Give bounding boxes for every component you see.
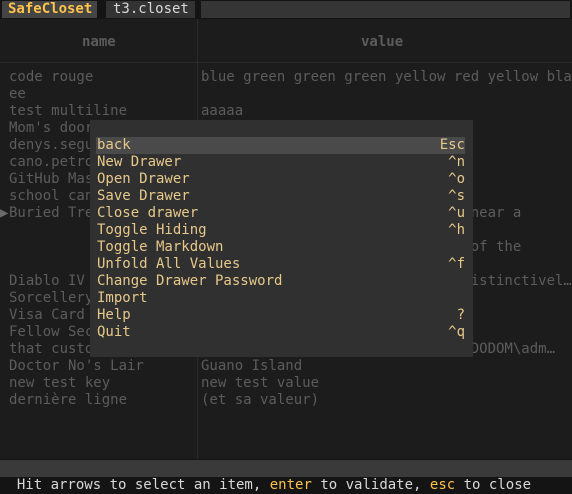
row-name-cell: ee <box>9 86 26 102</box>
menu-item-shortcut: ? <box>456 307 465 323</box>
table-row[interactable]: ee <box>0 86 572 103</box>
menu-item-shortcut: ^h <box>448 222 465 238</box>
menu-item-back[interactable]: back Esc <box>96 137 465 154</box>
menu-item-label: Change Drawer Password <box>97 273 283 289</box>
menu-item-shortcut: Esc <box>439 137 465 153</box>
tab-bar: SafeCloset t3.closet <box>0 0 572 18</box>
menu-item-shortcut: ^f <box>448 256 465 272</box>
status-bar: Hit arrows to select an item, enter to v… <box>0 460 572 493</box>
main-menu: back Esc New Drawer ^n Open Drawer ^o Save Dra… <box>90 120 473 357</box>
tab-t3-closet[interactable]: t3.closet <box>106 1 195 18</box>
menu-item-toggle-hiding[interactable]: Toggle Hiding ^h <box>96 222 465 239</box>
menu-item-save-drawer[interactable]: Save Drawer ^s <box>96 188 465 205</box>
row-value-cell: Guano Island <box>201 358 303 374</box>
menu-item-shortcut: ^s <box>448 188 465 204</box>
menu-item-shortcut: ^n <box>448 154 465 170</box>
menu-item-label: Close drawer <box>97 205 199 221</box>
status-key-esc: esc <box>429 477 456 493</box>
menu-item-shortcut: ^u <box>448 205 465 221</box>
tab-safecloset[interactable]: SafeCloset <box>2 1 97 18</box>
row-expand-marker: ▶ <box>0 205 9 221</box>
status-key-enter: enter <box>269 477 312 493</box>
menu-item-change-drawer-password[interactable]: Change Drawer Password <box>96 273 465 290</box>
row-value-cell: (et sa valeur) <box>201 392 320 408</box>
menu-item-help[interactable]: Help? <box>96 307 465 324</box>
menu-item-label: Save Drawer <box>97 188 190 204</box>
table-row[interactable]: Doctor No's Lair Guano Island <box>0 358 572 375</box>
row-value-cell: aaaaa <box>201 103 244 119</box>
menu-item-label: Quit <box>97 324 131 340</box>
column-header-value: value <box>361 34 404 50</box>
column-header-name: name <box>82 34 116 50</box>
menu-item-label: back <box>97 137 131 153</box>
menu-item-label: Toggle Hiding <box>97 222 207 238</box>
menu-item-label: Toggle Markdown <box>97 239 224 255</box>
tab-bar-filler <box>201 1 570 18</box>
menu-item-unfold-all-values[interactable]: Unfold All Values ^f <box>96 256 465 273</box>
menu-item-shortcut: ^q <box>448 324 465 340</box>
table-row[interactable]: new test key new test value <box>0 375 572 392</box>
row-name-cell: Doctor No's Lair <box>9 358 144 374</box>
menu-item-open-drawer[interactable]: Open Drawer ^o <box>96 171 465 188</box>
menu-item-quit[interactable]: Quit ^q <box>96 324 465 341</box>
menu-item-label: Unfold All Values <box>97 256 241 272</box>
header-separator <box>0 62 572 63</box>
status-text-1: Hit arrows to select an item, <box>16 477 270 493</box>
row-name-cell: dernière ligne <box>9 392 128 408</box>
menu-item-label: New Drawer <box>97 154 182 170</box>
menu-item-label: Help <box>97 307 131 323</box>
menu-item-toggle-markdown[interactable]: Toggle Markdown <box>96 239 465 256</box>
status-text-2: to validate, <box>311 477 430 493</box>
row-value-cell: new test value <box>201 375 320 391</box>
menu-item-label: Import <box>97 290 148 306</box>
table-row[interactable]: code rouge blue green green green yellow … <box>0 69 572 86</box>
table-row[interactable]: test multiline aaaaa <box>0 103 572 120</box>
row-name-cell: new test key <box>9 375 111 391</box>
menu-item-shortcut: ^o <box>448 171 465 187</box>
menu-item-close-drawer[interactable]: Close drawer ^u <box>96 205 465 222</box>
menu-item-label: Open Drawer <box>97 171 190 187</box>
status-text-3: to close <box>455 477 532 493</box>
table-row[interactable]: dernière ligne (et sa valeur) <box>0 392 572 409</box>
row-value-cell: blue green green green yellow red yellow… <box>201 69 571 85</box>
row-name-cell: code rouge <box>9 69 94 85</box>
menu-item-import[interactable]: Import <box>96 290 465 307</box>
row-name-cell: test multiline <box>9 103 128 119</box>
menu-item-new-drawer[interactable]: New Drawer ^n <box>96 154 465 171</box>
